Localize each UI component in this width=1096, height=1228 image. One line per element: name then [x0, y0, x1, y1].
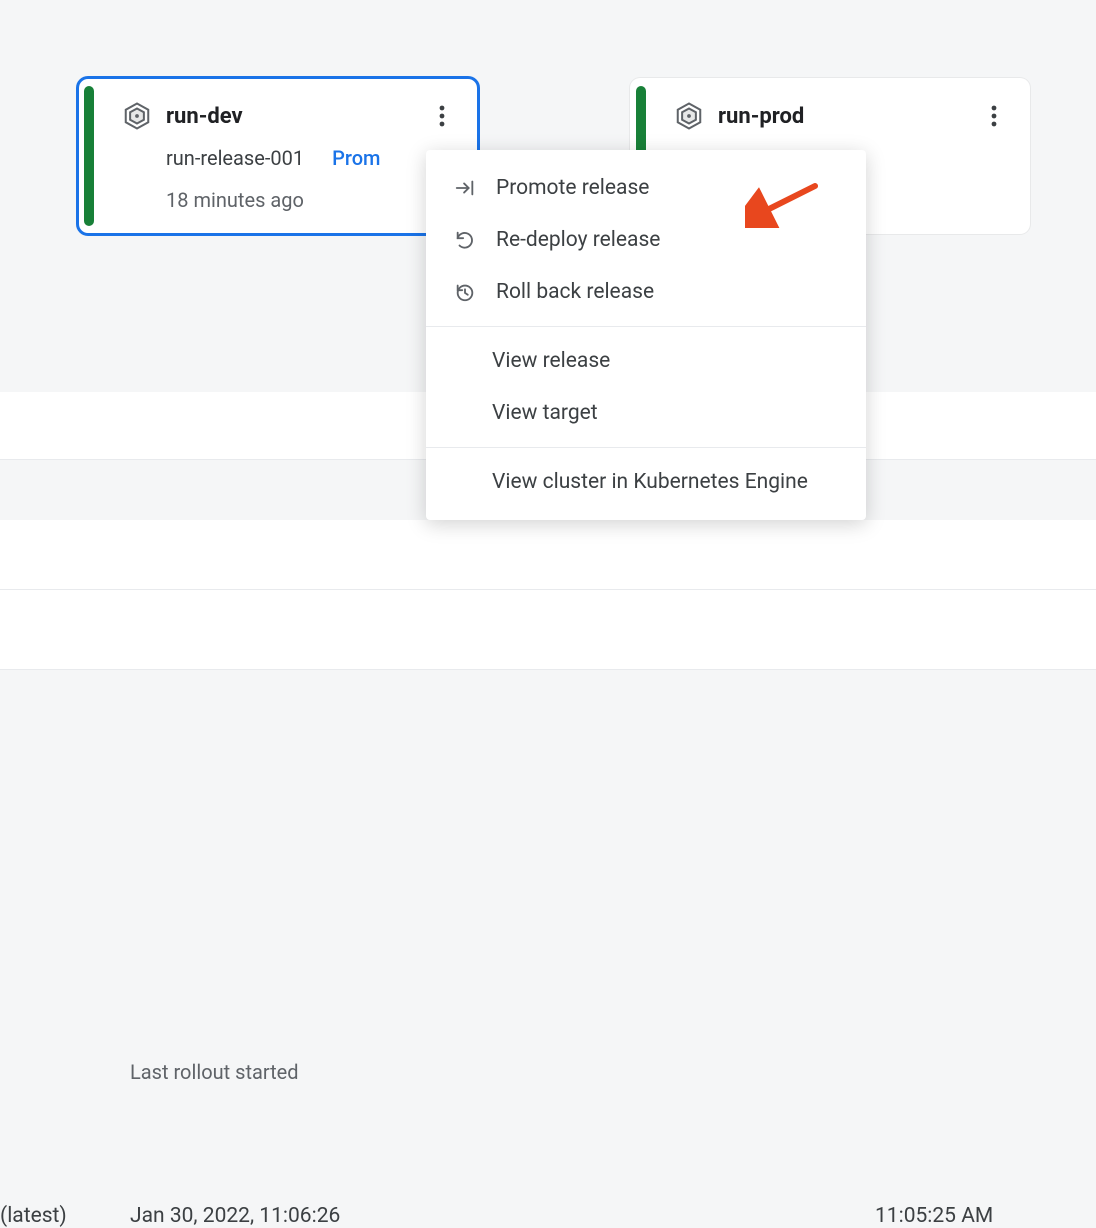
more-vert-icon [438, 104, 446, 128]
menu-item-promote-release[interactable]: Promote release [426, 162, 866, 214]
card-title: run-dev [166, 104, 408, 129]
row-time-right: 11:05:25 AM [875, 1204, 993, 1228]
row-latest-label: (latest) [0, 1204, 67, 1228]
menu-item-rollback-release[interactable]: Roll back release [426, 266, 866, 318]
card-context-menu: Promote release Re-deploy release Roll b… [426, 150, 866, 520]
menu-item-label: View cluster in Kubernetes Engine [492, 470, 808, 494]
menu-item-label: Promote release [496, 176, 649, 200]
menu-item-view-target[interactable]: View target [426, 387, 866, 439]
menu-item-label: Roll back release [496, 280, 654, 304]
menu-item-view-release[interactable]: View release [426, 335, 866, 387]
menu-separator [426, 326, 866, 327]
kubernetes-icon [674, 101, 704, 131]
pipeline-card-dev[interactable]: run-dev run-release-001 Prom 18 minutes … [78, 78, 478, 234]
more-menu-button[interactable] [974, 96, 1014, 136]
menu-item-view-cluster[interactable]: View cluster in Kubernetes Engine [426, 456, 866, 508]
row-time-left: Jan 30, 2022, 11:06:26 [130, 1204, 340, 1228]
card-timestamp: 18 minutes ago [166, 188, 462, 212]
menu-item-redeploy-release[interactable]: Re-deploy release [426, 214, 866, 266]
col-header-last-rollout: Last rollout started [130, 1060, 299, 1084]
kubernetes-icon [122, 101, 152, 131]
card-title: run-prod [718, 104, 960, 129]
menu-item-label: View target [492, 401, 598, 425]
table-header-row: Last rollout started [0, 520, 1096, 590]
menu-item-label: View release [492, 349, 610, 373]
promote-icon [454, 177, 476, 199]
rollback-icon [454, 281, 476, 303]
more-vert-icon [990, 104, 998, 128]
menu-item-label: Re-deploy release [496, 228, 660, 252]
status-stripe [84, 86, 94, 226]
menu-separator [426, 447, 866, 448]
more-menu-button[interactable] [422, 96, 462, 136]
release-name: run-release-001 [166, 146, 304, 170]
promote-link[interactable]: Prom [332, 146, 380, 170]
redeploy-icon [454, 229, 476, 251]
table-row: (latest) Jan 30, 2022, 11:06:26 11:05:25… [0, 590, 1096, 670]
